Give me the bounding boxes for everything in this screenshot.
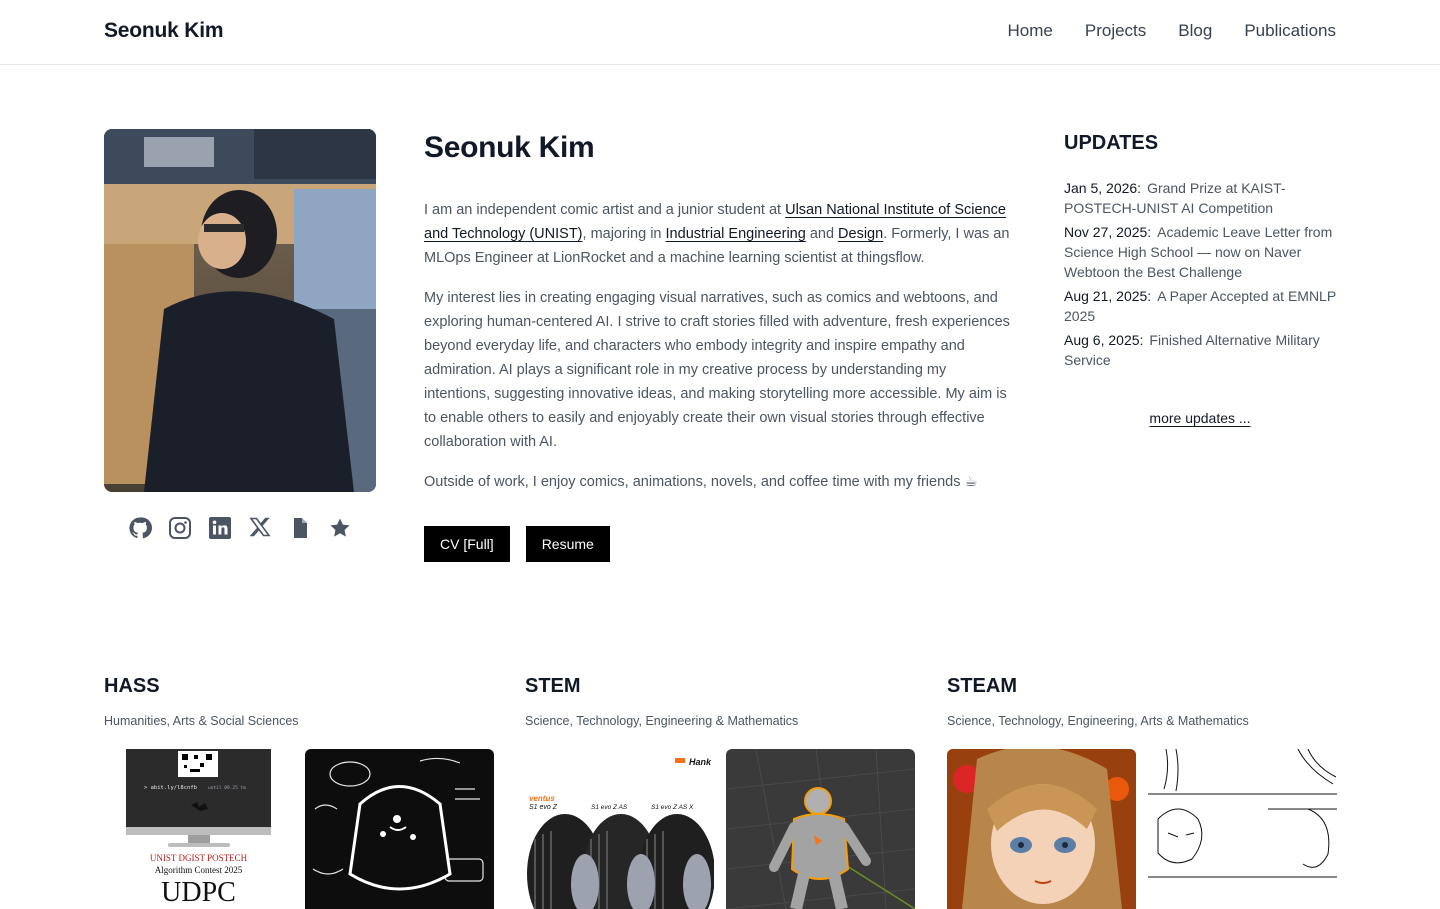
nav-home[interactable]: Home <box>1008 21 1053 41</box>
update-date: Aug 21, 2025: <box>1064 288 1152 304</box>
nav-blog[interactable]: Blog <box>1178 21 1212 41</box>
main-nav: Home Projects Blog Publications <box>1008 21 1336 41</box>
linkedin-icon[interactable] <box>208 512 232 544</box>
bio-paragraph-3: Outside of work, I enjoy comics, animati… <box>424 474 978 490</box>
thumbnail-3d-model[interactable] <box>726 749 915 909</box>
thumbnail-anime-portrait[interactable] <box>947 749 1136 909</box>
update-date: Aug 6, 2025: <box>1064 332 1144 348</box>
nav-projects[interactable]: Projects <box>1085 21 1146 41</box>
update-item: Nov 27, 2025: Academic Leave Letter from … <box>1064 222 1336 282</box>
category-subtitle: Science, Technology, Engineering, Arts &… <box>947 714 1249 728</box>
category-title: STEAM <box>947 675 1017 697</box>
update-item: Aug 6, 2025: Finished Alternative Militar… <box>1064 330 1336 370</box>
category-subtitle: Science, Technology, Engineering & Mathe… <box>525 714 799 728</box>
thumbnail-riceball-art[interactable] <box>305 749 494 909</box>
more-updates-link[interactable]: more updates ... <box>1064 410 1336 426</box>
category-thumbnails: > abit.ly/l8cnfb until 09.25 tm UNIST DG… <box>104 749 494 909</box>
update-date: Nov 27, 2025: <box>1064 224 1152 240</box>
thumb-text: Hank <box>689 757 712 767</box>
bio-paragraph-1: I am an independent comic artist and a j… <box>424 198 1016 270</box>
bio-text: I am an independent comic artist and a j… <box>424 202 786 218</box>
profile-photo <box>104 129 376 492</box>
thumb-text: UDPC <box>161 877 236 908</box>
resume-button[interactable]: Resume <box>525 526 610 562</box>
bio-text: and <box>805 226 839 242</box>
intro-section: Seonuk Kim I am an independent comic art… <box>424 129 1016 562</box>
category-title: STEM <box>525 675 581 697</box>
category-thumbnails <box>947 749 1337 909</box>
category-steam: STEAM Science, Technology, Engineering, … <box>947 675 1337 909</box>
star-icon[interactable] <box>328 512 352 544</box>
category-stem: STEM Science, Technology, Engineering & … <box>525 675 915 909</box>
update-item: Jan 5, 2026: Grand Prize at KAIST-POSTECH… <box>1064 178 1336 218</box>
site-brand[interactable]: Seonuk Kim <box>104 19 224 43</box>
bio-text: , majoring in <box>582 226 666 242</box>
thumb-text: S1 evo Z AS X <box>651 804 694 811</box>
category-title: HASS <box>104 675 160 697</box>
cv-buttons: CV [Full] Resume <box>424 526 1016 562</box>
top-navbar: Seonuk Kim Home Projects Blog Publicatio… <box>0 0 1440 65</box>
category-subtitle: Humanities, Arts & Social Sciences <box>104 714 299 728</box>
industrial-engineering-link[interactable]: Industrial Engineering <box>666 226 806 242</box>
update-item: Aug 21, 2025: A Paper Accepted at EMNLP 2… <box>1064 286 1336 326</box>
thumb-text: ventus <box>529 794 555 803</box>
document-icon[interactable] <box>288 512 312 544</box>
thumbnail-udpc[interactable]: > abit.ly/l8cnfb until 09.25 tm UNIST DG… <box>104 749 293 909</box>
github-icon[interactable] <box>128 512 152 544</box>
thumb-text: S1 evo Z <box>529 804 558 811</box>
bio-paragraph-2: My interest lies in creating engaging vi… <box>424 290 1010 450</box>
thumb-text: UNIST DGIST POSTECH <box>150 853 248 863</box>
update-date: Jan 5, 2026: <box>1064 180 1142 196</box>
category-thumbnails: Hank ventus S1 evo Z S1 evo Z AS S1 evo … <box>525 749 915 909</box>
nav-publications[interactable]: Publications <box>1244 21 1336 41</box>
thumbnail-sketch[interactable] <box>1148 749 1337 909</box>
thumb-text: S1 evo Z AS <box>591 804 628 811</box>
updates-list: Jan 5, 2026: Grand Prize at KAIST-POSTECH… <box>1064 178 1336 370</box>
profile-name: Seonuk Kim <box>424 131 595 164</box>
thumb-text: until 09.25 tm <box>208 785 246 791</box>
design-link[interactable]: Design <box>838 226 883 242</box>
category-hass: HASS Humanities, Arts & Social Sciences … <box>104 675 494 909</box>
thumb-text: > abit.ly/l8cnfb <box>144 785 197 791</box>
thumb-text: Algorithm Contest 2025 <box>155 865 243 875</box>
social-links <box>104 512 376 544</box>
updates-panel: UPDATES Jan 5, 2026: Grand Prize at KAIST… <box>1064 129 1336 426</box>
instagram-icon[interactable] <box>168 512 192 544</box>
updates-title: UPDATES <box>1064 132 1159 154</box>
cv-full-button[interactable]: CV [Full] <box>424 526 510 562</box>
thumbnail-tires[interactable]: Hank ventus S1 evo Z S1 evo Z AS S1 evo … <box>525 749 714 909</box>
x-icon[interactable] <box>248 512 272 544</box>
